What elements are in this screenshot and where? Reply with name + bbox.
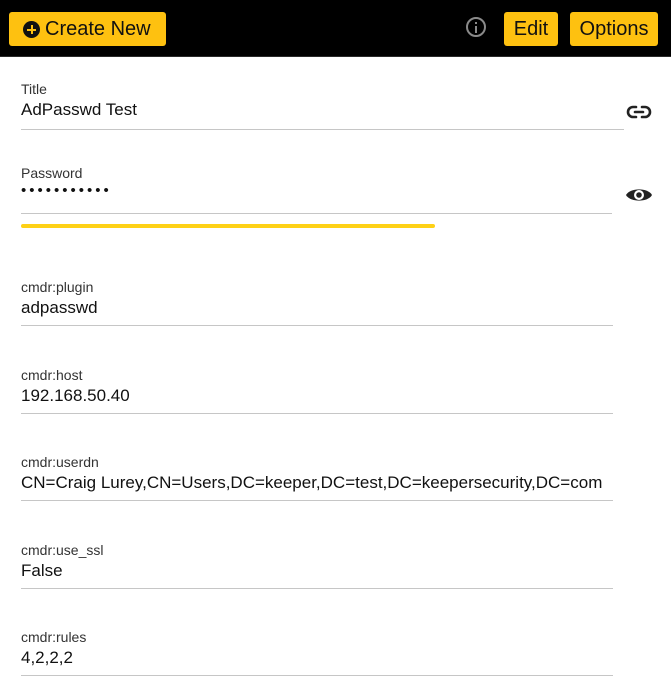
field-divider xyxy=(21,413,613,414)
field-value[interactable]: 4,2,2,2 xyxy=(21,648,73,668)
field-value[interactable]: CN=Craig Lurey,CN=Users,DC=keeper,DC=tes… xyxy=(21,473,602,493)
password-label: Password xyxy=(21,165,83,181)
title-value[interactable]: AdPasswd Test xyxy=(21,100,137,120)
field-label: cmdr:userdn xyxy=(21,454,99,470)
field-divider xyxy=(21,500,613,501)
password-strength-bar xyxy=(21,224,435,228)
eye-icon[interactable] xyxy=(625,185,653,205)
field-divider xyxy=(21,325,613,326)
field-label: cmdr:host xyxy=(21,367,83,383)
field-divider xyxy=(21,588,613,589)
field-label: cmdr:rules xyxy=(21,629,87,645)
field-label: cmdr:plugin xyxy=(21,279,94,295)
password-value[interactable]: ••••••••••• xyxy=(21,182,112,199)
field-label: cmdr:use_ssl xyxy=(21,542,104,558)
field-value[interactable]: False xyxy=(21,561,63,581)
field-divider xyxy=(21,675,613,676)
options-button[interactable]: Options xyxy=(570,12,658,46)
field-value[interactable]: 192.168.50.40 xyxy=(21,386,130,406)
field-value[interactable]: adpasswd xyxy=(21,298,98,318)
title-label: Title xyxy=(21,81,47,97)
password-divider xyxy=(21,213,612,214)
plus-circle-icon xyxy=(23,21,40,38)
title-divider xyxy=(21,129,624,130)
link-icon[interactable] xyxy=(626,101,652,123)
edit-button[interactable]: Edit xyxy=(504,12,558,46)
create-new-label: Create New xyxy=(45,18,151,40)
info-icon[interactable] xyxy=(466,17,486,37)
top-toolbar: Create New Edit Options xyxy=(0,0,671,57)
create-new-button[interactable]: Create New xyxy=(9,12,166,46)
